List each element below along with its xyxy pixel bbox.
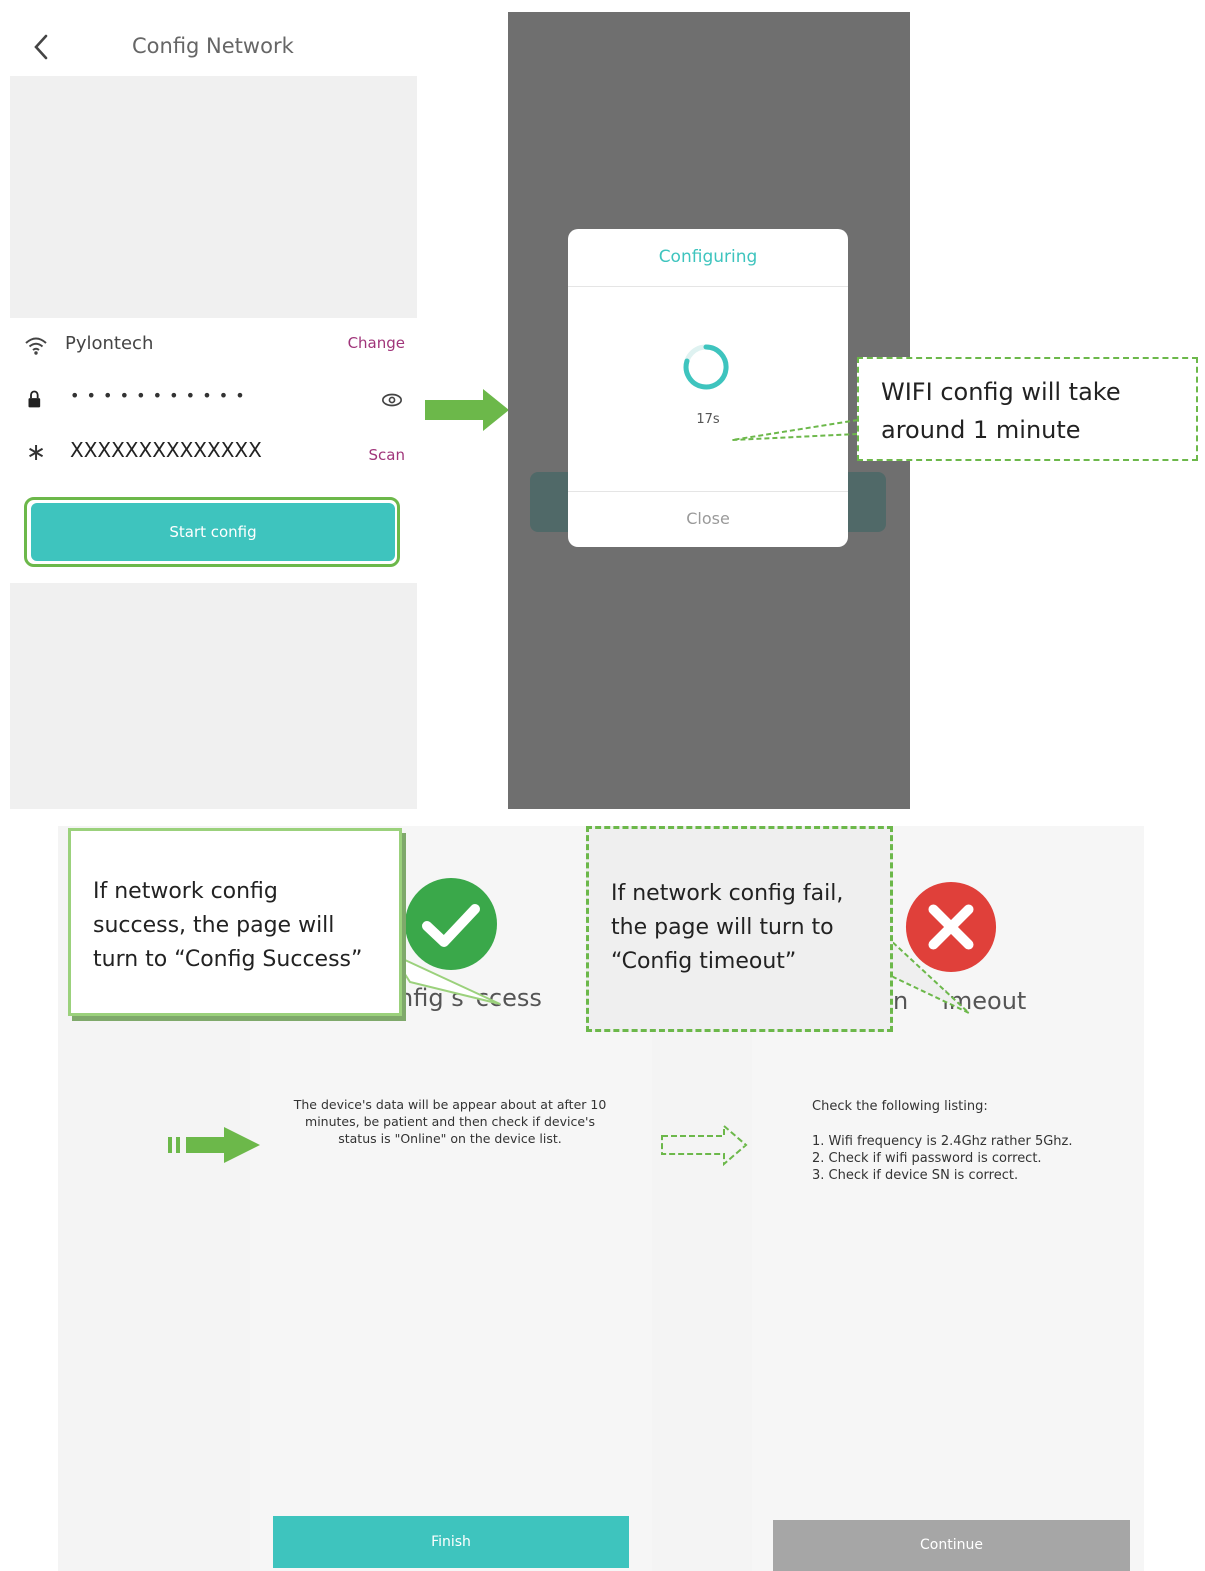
wifi-name: Pylontech bbox=[65, 333, 154, 354]
lock-icon bbox=[28, 390, 41, 408]
divider bbox=[568, 491, 848, 492]
configuring-dialog: Configuring 17s Close bbox=[568, 229, 848, 547]
arrow-right-icon bbox=[425, 389, 509, 431]
callout-pointer bbox=[885, 935, 970, 1014]
change-wifi-link[interactable]: Change bbox=[348, 334, 405, 352]
list-item: 1. Wifi frequency is 2.4Ghz rather 5Ghz. bbox=[812, 1134, 1073, 1149]
wifi-row: Pylontech Change bbox=[10, 320, 417, 370]
success-message: The device's data will be appear about a… bbox=[268, 1096, 632, 1147]
spinner-icon bbox=[683, 344, 729, 390]
callout-pointer bbox=[390, 952, 501, 1005]
close-button[interactable]: Close bbox=[568, 509, 848, 528]
message-line: minutes, be patient and then check if de… bbox=[305, 1114, 595, 1129]
scan-link[interactable]: Scan bbox=[369, 446, 405, 464]
callout-line: the page will turn to bbox=[611, 915, 834, 940]
arrow-right-icon bbox=[168, 1127, 260, 1163]
callout-success: If network config success, the page will… bbox=[68, 828, 402, 1016]
start-config-button[interactable]: Start config bbox=[31, 503, 395, 561]
sn-field[interactable]: XXXXXXXXXXXXXX bbox=[70, 438, 262, 462]
eye-icon[interactable] bbox=[381, 392, 403, 408]
callout-line: WIFI config will take bbox=[881, 378, 1121, 406]
list-item: 3. Check if device SN is correct. bbox=[812, 1168, 1019, 1183]
callout-line: turn to “Config Success” bbox=[93, 947, 363, 972]
callout-pointer bbox=[731, 419, 859, 441]
finish-button[interactable]: Finish bbox=[273, 1516, 629, 1568]
timeout-intro: Check the following listing: bbox=[812, 1099, 988, 1114]
callout-line: around 1 minute bbox=[881, 416, 1081, 444]
back-icon[interactable] bbox=[30, 32, 52, 62]
footer-placeholder bbox=[10, 583, 417, 809]
divider bbox=[568, 286, 848, 287]
list-item: 2. Check if wifi password is correct. bbox=[812, 1151, 1042, 1166]
password-row: • • • • • • • • • • • bbox=[10, 374, 417, 424]
message-line: status is "Online" on the device list. bbox=[338, 1131, 562, 1146]
continue-button[interactable]: Continue bbox=[773, 1520, 1130, 1571]
callout-line: If network config fail, bbox=[611, 881, 844, 906]
page-title: Config Network bbox=[132, 34, 294, 58]
callout-line: success, the page will bbox=[93, 913, 335, 938]
callout-line: “Config timeout” bbox=[611, 949, 797, 974]
wifi-icon bbox=[25, 337, 47, 355]
callout-line: If network config bbox=[93, 879, 278, 904]
callout-wifi-time: WIFI config will take around 1 minute bbox=[857, 357, 1198, 461]
timeout-checklist: 1. Wifi frequency is 2.4Ghz rather 5Ghz.… bbox=[812, 1133, 1073, 1184]
dialog-title: Configuring bbox=[658, 247, 758, 267]
asterisk-icon: ∗ bbox=[26, 438, 47, 466]
config-network-header: Config Network bbox=[10, 20, 417, 74]
arrow-right-icon bbox=[661, 1124, 748, 1166]
callout-fail: If network config fail, the page will tu… bbox=[586, 826, 893, 1032]
message-line: The device's data will be appear about a… bbox=[293, 1097, 607, 1112]
password-field[interactable]: • • • • • • • • • • • bbox=[70, 386, 246, 405]
sn-row: ∗ XXXXXXXXXXXXXX Scan bbox=[10, 428, 417, 478]
header-image-placeholder bbox=[10, 76, 417, 318]
